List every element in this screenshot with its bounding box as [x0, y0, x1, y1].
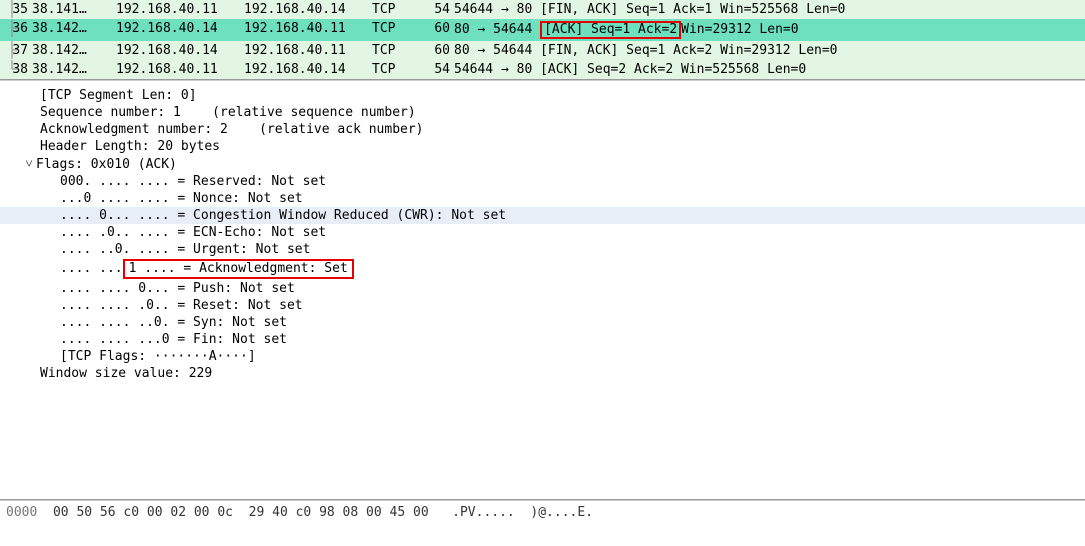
packet-protocol: TCP — [366, 2, 418, 17]
packet-details-pane[interactable]: [TCP Segment Len: 0] Sequence number: 1 … — [0, 80, 1085, 500]
packet-time: 38.142… — [32, 21, 110, 39]
packet-info: 54644 → 80 [ACK] Seq=2 Ack=2 Win=525568 … — [452, 62, 1081, 77]
flag-fin[interactable]: .... .... ...0 = Fin: Not set — [0, 331, 1085, 348]
packet-no: 38 — [4, 62, 32, 77]
packet-destination: 192.168.40.14 — [238, 62, 366, 77]
packet-row[interactable]: 3538.141…192.168.40.11192.168.40.14TCP54… — [0, 0, 1085, 19]
packet-time: 38.142… — [32, 62, 110, 77]
packet-source: 192.168.40.11 — [110, 62, 238, 77]
tcp-ack-number[interactable]: Acknowledgment number: 2 (relative ack n… — [0, 121, 1085, 138]
tcp-flags-header[interactable]: ˅Flags: 0x010 (ACK) — [0, 155, 1085, 173]
packet-length: 54 — [418, 2, 452, 17]
flag-cwr[interactable]: .... 0... .... = Congestion Window Reduc… — [0, 207, 1085, 224]
packet-row[interactable]: 3638.142…192.168.40.14192.168.40.11TCP60… — [0, 19, 1085, 41]
packet-time: 38.141… — [32, 2, 110, 17]
packet-length: 54 — [418, 62, 452, 77]
hex-offset: 0000 — [6, 505, 37, 520]
flag-syn[interactable]: .... .... ..0. = Syn: Not set — [0, 314, 1085, 331]
tcp-flags-summary[interactable]: [TCP Flags: ·······A····] — [0, 348, 1085, 365]
flag-ack[interactable]: .... ...1 .... = Acknowledgment: Set — [0, 258, 1085, 280]
packet-no: 37 — [4, 43, 32, 58]
packet-time: 38.142… — [32, 43, 110, 58]
packet-destination: 192.168.40.11 — [238, 21, 366, 39]
window-size-value[interactable]: Window size value: 229 — [0, 365, 1085, 382]
tcp-flags-header-text: Flags: 0x010 (ACK) — [36, 157, 177, 172]
flag-push[interactable]: .... .... 0... = Push: Not set — [0, 280, 1085, 297]
hex-dump-pane[interactable]: 0000 00 50 56 c0 00 02 00 0c 29 40 c0 98… — [0, 500, 1085, 524]
packet-protocol: TCP — [366, 43, 418, 58]
packet-no: 35 — [4, 2, 32, 17]
packet-info-highlight: [ACK] Seq=1 Ack=2 — [540, 21, 681, 39]
packet-source: 192.168.40.14 — [110, 43, 238, 58]
packet-row[interactable]: 3838.142…192.168.40.11192.168.40.14TCP54… — [0, 60, 1085, 79]
packet-length: 60 — [418, 43, 452, 58]
packet-info: 54644 → 80 [FIN, ACK] Seq=1 Ack=1 Win=52… — [452, 2, 1081, 17]
tcp-sequence-number[interactable]: Sequence number: 1 (relative sequence nu… — [0, 104, 1085, 121]
packet-row[interactable]: 3738.142…192.168.40.14192.168.40.11TCP60… — [0, 41, 1085, 60]
packet-no: 36 — [4, 21, 32, 39]
packet-list[interactable]: 3538.141…192.168.40.11192.168.40.14TCP54… — [0, 0, 1085, 80]
packet-destination: 192.168.40.14 — [238, 2, 366, 17]
packet-info: 80 → 54644 [FIN, ACK] Seq=1 Ack=2 Win=29… — [452, 43, 1081, 58]
flag-ack-highlight: 1 .... = Acknowledgment: Set — [123, 259, 354, 279]
flag-urgent[interactable]: .... ..0. .... = Urgent: Not set — [0, 241, 1085, 258]
packet-protocol: TCP — [366, 62, 418, 77]
tcp-segment-len[interactable]: [TCP Segment Len: 0] — [0, 87, 1085, 104]
packet-destination: 192.168.40.11 — [238, 43, 366, 58]
flag-reserved[interactable]: 000. .... .... = Reserved: Not set — [0, 173, 1085, 190]
flag-nonce[interactable]: ...0 .... .... = Nonce: Not set — [0, 190, 1085, 207]
packet-length: 60 — [418, 21, 452, 39]
tcp-header-length[interactable]: Header Length: 20 bytes — [0, 138, 1085, 155]
flag-ecn[interactable]: .... .0.. .... = ECN-Echo: Not set — [0, 224, 1085, 241]
packet-source: 192.168.40.11 — [110, 2, 238, 17]
expand-toggle-icon[interactable]: ˅ — [22, 156, 36, 172]
packet-protocol: TCP — [366, 21, 418, 39]
packet-source: 192.168.40.14 — [110, 21, 238, 39]
hex-ascii: .PV..... )@....E. — [452, 505, 593, 520]
flag-ack-prefix: .... ... — [60, 261, 123, 276]
packet-info: 80 → 54644 [ACK] Seq=1 Ack=2 Win=29312 L… — [452, 21, 1081, 39]
flag-reset[interactable]: .... .... .0.. = Reset: Not set — [0, 297, 1085, 314]
hex-bytes: 00 50 56 c0 00 02 00 0c 29 40 c0 98 08 0… — [37, 505, 452, 520]
